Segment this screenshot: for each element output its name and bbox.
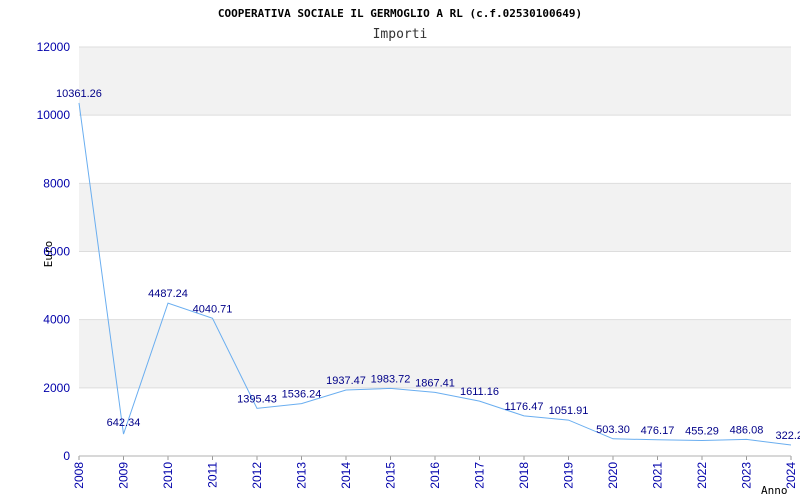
background-band [79,115,791,184]
chart-subtitle: Importi [373,27,428,42]
y-tick-label: 8000 [43,176,70,190]
x-tick-label: 2012 [250,462,264,489]
x-tick-label: 2020 [606,462,620,489]
data-label: 10361.26 [56,88,102,100]
y-tick-label: 10000 [37,108,71,122]
chart-title: COOPERATIVA SOCIALE IL GERMOGLIO A RL (c… [218,7,582,20]
data-label: 1611.16 [460,386,499,398]
data-label: 503.30 [596,424,630,436]
x-tick-label: 2009 [117,462,131,489]
data-label: 1536.24 [282,389,322,401]
x-tick-label: 2016 [428,462,442,489]
background-band [79,387,791,456]
y-tick-label: 12000 [37,40,71,54]
background-band [79,47,791,116]
background-band [79,183,791,252]
data-label: 1937.47 [326,375,366,387]
y-tick-label: 4000 [43,313,70,327]
data-label: 1983.72 [371,373,411,385]
data-label: 476.17 [641,425,675,437]
x-tick-label: 2019 [562,462,576,489]
x-tick-label: 2010 [161,462,175,489]
x-tick-label: 2015 [384,462,398,489]
data-label: 1176.47 [505,401,544,413]
data-label: 486.08 [730,424,764,436]
x-tick-label: 2014 [339,462,353,489]
x-tick-label: 2022 [695,462,709,489]
data-label: 1867.41 [415,377,455,389]
data-label: 455.29 [685,425,719,437]
data-label: 642.34 [107,417,141,429]
x-tick-label: 2013 [295,462,309,489]
y-tick-label: 0 [63,449,70,463]
data-label: 4040.71 [193,303,233,315]
y-tick-label: 2000 [43,381,70,395]
x-tick-label: 2018 [517,462,531,489]
data-label: 1395.43 [237,393,277,405]
x-tick-label: 2017 [473,462,487,489]
line-chart: COOPERATIVA SOCIALE IL GERMOGLIO A RL (c… [37,7,800,497]
x-axis-label: Anno [761,484,788,497]
y-axis-label: Euro [42,241,55,268]
x-tick-label: 2011 [206,462,220,488]
x-tick-label: 2008 [72,462,86,489]
x-tick-label: 2023 [740,462,754,489]
x-axis-ticks: 2008 2009 2010 2011 2012 2013 2014 2015 2016 2017… [72,456,798,489]
data-label: 4487.24 [148,288,188,300]
data-label: 1051.91 [549,405,589,417]
data-label: 322.2 [775,430,800,442]
x-tick-label: 2021 [651,462,665,489]
